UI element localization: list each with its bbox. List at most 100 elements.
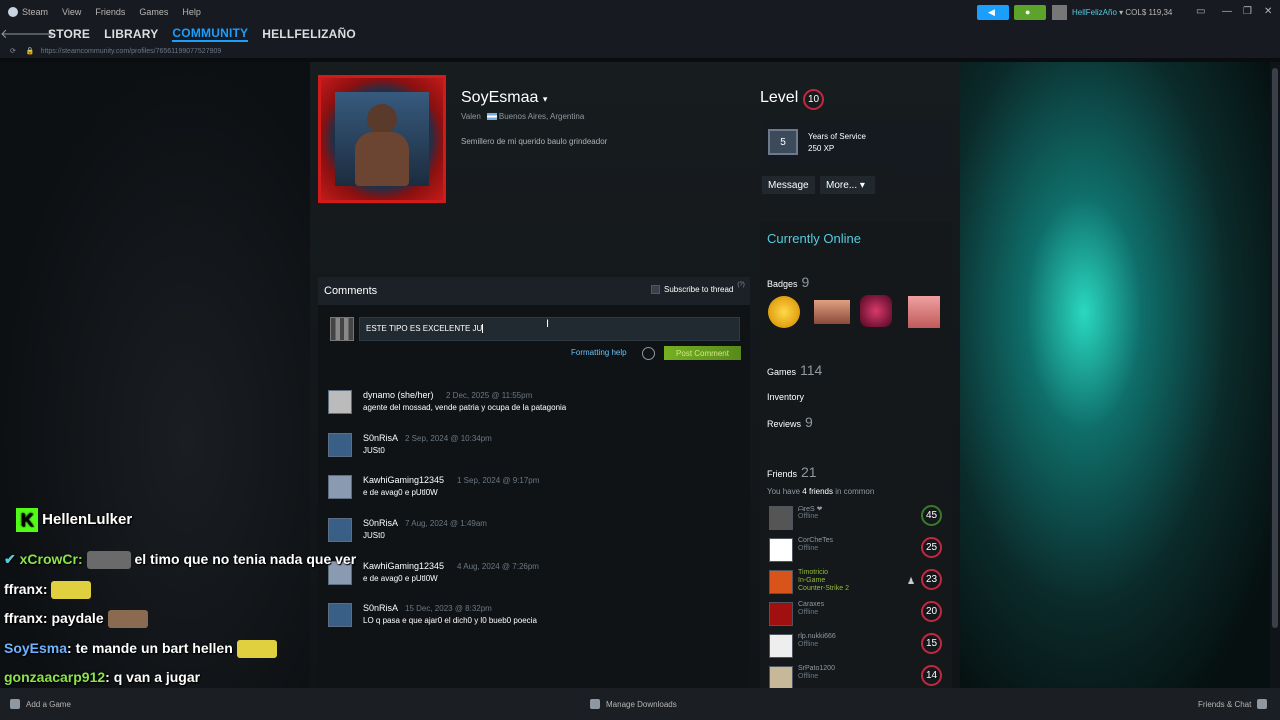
text-cursor-icon: I xyxy=(546,318,550,330)
forward-arrow-icon[interactable]: 🡒 xyxy=(20,26,55,42)
chat-user: ffranx xyxy=(4,610,43,626)
announcements-button[interactable]: ◀ xyxy=(977,5,1009,20)
steam-menu[interactable]: Steam xyxy=(8,7,48,18)
chat-line: SoyEsma: te mande un bart hellen xyxy=(4,640,277,659)
chat-user: xCrowCr xyxy=(19,551,78,567)
emote-icon xyxy=(107,610,148,629)
notifications-button[interactable]: ● xyxy=(1014,5,1046,20)
scrollbar[interactable] xyxy=(1270,62,1280,688)
nav-library[interactable]: LIBRARY xyxy=(104,27,158,41)
badge-envelope[interactable] xyxy=(908,296,940,328)
friend-status: Offline xyxy=(798,513,819,520)
friend-row[interactable]: Caraxes Offline 20 xyxy=(767,600,947,628)
comment-author[interactable]: S0nRisA xyxy=(363,518,398,528)
reviews-link[interactable]: Reviews 9 xyxy=(767,414,813,430)
manage-downloads-button[interactable]: Manage Downloads xyxy=(590,699,677,709)
comment-text: LO q pasa e que ajar0 el dich0 y l0 bueb… xyxy=(363,616,537,625)
right-background xyxy=(960,62,1270,688)
scrollbar-thumb[interactable] xyxy=(1272,68,1278,628)
maximize-icon[interactable]: ❐ xyxy=(1243,6,1252,17)
years-of-service-badge[interactable]: 5 Years of Service 250 XP xyxy=(762,121,952,165)
profile-avatar xyxy=(318,75,446,203)
emote-icon xyxy=(51,581,92,600)
friends-in-common: You have 4 friends in common xyxy=(767,487,875,496)
badge-steam-2025[interactable] xyxy=(860,295,892,327)
post-comment-button[interactable]: Post Comment xyxy=(664,346,741,360)
more-button[interactable]: More... ▾ xyxy=(820,176,875,194)
comment-avatar[interactable] xyxy=(328,433,352,457)
comment-item: S0nRisA 7 Aug, 2024 @ 1:49am JUSt0 xyxy=(328,518,748,554)
chat-user: ffranx xyxy=(4,581,43,597)
nav-store[interactable]: STORE xyxy=(48,27,90,41)
comment-input-value: ESTE TIPO ES EXCELENTE JU xyxy=(366,324,483,333)
comment-item: S0nRisA 15 Dec, 2023 @ 8:32pm LO q pasa … xyxy=(328,603,748,639)
url-text[interactable]: https://steamcommunity.com/profiles/7656… xyxy=(41,48,222,55)
level-badge: 10 xyxy=(803,89,824,110)
comment-avatar[interactable] xyxy=(328,603,352,627)
kick-logo-icon: K xyxy=(16,508,38,532)
years-xp: 250 XP xyxy=(808,144,835,153)
avatar-image xyxy=(335,92,429,186)
friend-avatar xyxy=(769,602,793,626)
comment-author[interactable]: dynamo (she/her) xyxy=(363,390,434,400)
comment-avatar[interactable] xyxy=(328,518,352,542)
downloads-label: Manage Downloads xyxy=(606,699,677,709)
dropdown-arrow-icon[interactable]: ▾ xyxy=(543,94,548,104)
comment-author[interactable]: S0nRisA xyxy=(363,433,398,443)
minimize-icon[interactable]: — xyxy=(1222,6,1232,17)
friend-row[interactable]: ᗩreS ❤ Offline 45 xyxy=(767,504,947,532)
friends-link[interactable]: Friends 21 xyxy=(767,464,817,480)
friend-row[interactable]: CorCheTes Offline 25 xyxy=(767,536,947,564)
big-picture-icon[interactable]: ▭ xyxy=(1196,6,1205,17)
message-button[interactable]: Message xyxy=(762,176,815,194)
menu-friends[interactable]: Friends xyxy=(95,7,125,17)
friend-avatar xyxy=(769,506,793,530)
badge-100[interactable] xyxy=(814,300,850,324)
comment-author[interactable]: KawhiGaming12345 xyxy=(363,561,444,571)
nav-community[interactable]: COMMUNITY xyxy=(172,26,249,42)
plus-icon xyxy=(10,699,20,709)
formatting-help-link[interactable]: Formatting help xyxy=(571,348,627,357)
nav-username[interactable]: HELLFELIZAÑO xyxy=(262,27,356,41)
friend-avatar xyxy=(769,538,793,562)
account-menu[interactable]: HellFelizAño ▾ COL$ 119,34 xyxy=(1072,8,1172,17)
friend-level: 23 xyxy=(921,569,942,590)
bell-icon: ● xyxy=(1025,7,1031,17)
add-game-button[interactable]: Add a Game xyxy=(10,699,71,709)
friends-chat-button[interactable]: Friends & Chat xyxy=(1198,699,1268,709)
back-arrow-icon[interactable]: 🡐 xyxy=(0,26,35,42)
friend-row[interactable]: Timotricio In-Game Counter-Strike 2 ♟ 23 xyxy=(767,568,947,596)
account-avatar[interactable] xyxy=(1052,5,1067,20)
comment-avatar[interactable] xyxy=(328,475,352,499)
comment-author[interactable]: S0nRisA xyxy=(363,603,398,613)
menu-view[interactable]: View xyxy=(62,7,81,17)
comment-date: 2 Sep, 2024 @ 10:34pm xyxy=(405,434,492,443)
comment-input[interactable]: ESTE TIPO ES EXCELENTE JU xyxy=(359,317,740,341)
close-icon[interactable]: ✕ xyxy=(1264,6,1272,17)
text-caret xyxy=(482,324,484,334)
comment-author[interactable]: KawhiGaming12345 xyxy=(363,475,444,485)
comment-avatar[interactable] xyxy=(328,390,352,414)
reload-icon[interactable]: ⟳ xyxy=(10,47,16,55)
friend-row[interactable]: rlp.nukki666 Offline 15 xyxy=(767,632,947,660)
friend-status: Offline xyxy=(798,609,819,616)
menu-help[interactable]: Help xyxy=(182,7,201,17)
subscribe-checkbox[interactable]: Subscribe to thread (?) xyxy=(651,282,745,294)
lock-icon: 🔒 xyxy=(25,48,35,55)
checkbox-icon[interactable] xyxy=(651,285,660,294)
inventory-link[interactable]: Inventory xyxy=(767,392,804,402)
badge-coin[interactable] xyxy=(768,296,800,328)
chat-line: gonzaacarp912: q van a jugar xyxy=(4,669,201,685)
emoticon-icon[interactable] xyxy=(642,347,655,360)
persona-name[interactable]: SoyEsmaa ▾ xyxy=(461,89,547,107)
profile-summary: Semillero de mi querido baulo grindeador xyxy=(461,137,608,146)
level-label: Level xyxy=(760,89,799,106)
friend-name: Caraxes xyxy=(798,601,825,608)
games-link[interactable]: Games 114 xyxy=(767,362,822,378)
help-icon[interactable]: (?) xyxy=(737,282,744,288)
badges-link[interactable]: Badges 9 xyxy=(767,274,809,290)
megaphone-icon: ◀ xyxy=(988,7,995,17)
menu-games[interactable]: Games xyxy=(139,7,168,17)
my-avatar xyxy=(330,317,354,341)
chat-user: gonzaacarp912 xyxy=(4,669,106,685)
